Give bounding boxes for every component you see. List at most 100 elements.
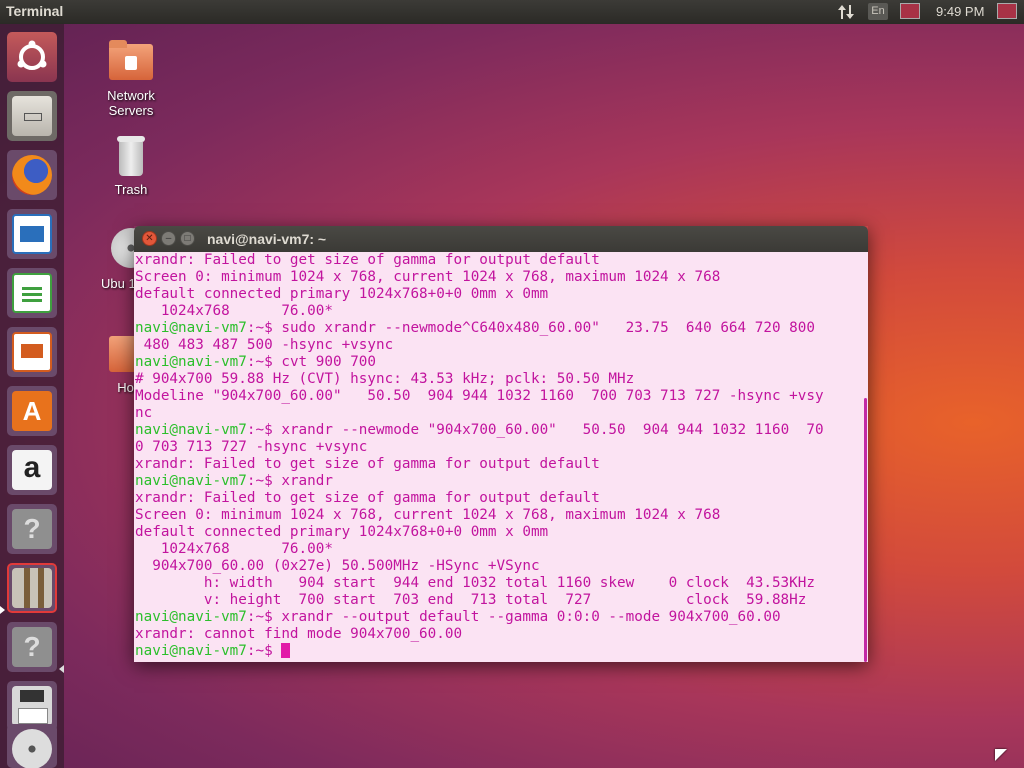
help-button[interactable]: ? (7, 504, 57, 554)
dvd-button[interactable] (7, 724, 57, 768)
terminal-line: navi@navi-vm7:~$ sudo xrandr --newmode^C… (135, 320, 824, 337)
shell-prompt: navi@navi-vm7 (135, 609, 247, 625)
output-text: xrandr: Failed to get size of gamma for … (135, 456, 600, 472)
firefox-icon (12, 155, 52, 195)
terminal-line: xrandr: Failed to get size of gamma for … (135, 252, 824, 269)
clock[interactable]: 9:49 PM (936, 4, 984, 19)
output-text: Screen 0: minimum 1024 x 768, current 10… (135, 269, 721, 285)
help-button-2[interactable]: ? (7, 622, 57, 672)
system-settings-button[interactable] (7, 563, 57, 613)
save-disk-icon (12, 686, 52, 726)
shell-prompt: navi@navi-vm7 (135, 354, 247, 370)
launcher: A a ? ? (0, 24, 64, 768)
command-text: xrandr (281, 473, 333, 489)
minimize-button[interactable]: – (161, 231, 176, 246)
prompt-suffix: :~$ (246, 422, 282, 438)
prompt-suffix: :~$ (246, 354, 282, 370)
command-text: cvt 900 700 (281, 354, 377, 370)
shell-prompt: navi@navi-vm7 (135, 473, 247, 489)
calc-button[interactable] (7, 268, 57, 318)
terminal-scrollbar[interactable] (864, 398, 867, 662)
terminal-line: navi@navi-vm7:~$ (135, 643, 824, 660)
dvd-icon (12, 729, 52, 768)
terminal-line: default connected primary 1024x768+0+0 0… (135, 524, 824, 541)
terminal-line: navi@navi-vm7:~$ cvt 900 700 (135, 354, 824, 371)
output-text: 1024x768 76.00* (135, 303, 333, 319)
network-folder-icon (107, 38, 155, 86)
app-title: Terminal (6, 3, 64, 19)
desktop-icon-label: Network Servers (107, 88, 155, 118)
prompt-suffix: :~$ (246, 320, 282, 336)
files-icon (12, 96, 52, 136)
desktop-icon-label: Trash (114, 182, 148, 197)
terminal-line: navi@navi-vm7:~$ xrandr (135, 473, 824, 490)
terminal-line: h: width 904 start 944 end 1032 total 11… (135, 575, 824, 592)
terminal-line: 0 703 713 727 -hsync +vsync (135, 439, 824, 456)
terminal-line: 1024x768 76.00* (135, 303, 824, 320)
shell-prompt: navi@navi-vm7 (135, 320, 247, 336)
network-updown-icon[interactable] (836, 2, 856, 22)
terminal-line: 1024x768 76.00* (135, 541, 824, 558)
terminal-line: Screen 0: minimum 1024 x 768, current 10… (135, 507, 824, 524)
writer-button[interactable] (7, 209, 57, 259)
output-text: Modeline "904x700_60.00" 50.50 904 944 1… (135, 388, 824, 404)
writer-icon (12, 214, 52, 254)
mouse-pointer (995, 749, 1007, 761)
close-button[interactable]: ✕ (142, 231, 157, 246)
command-text: xrandr --newmode "904x700_60.00" 50.50 9… (281, 422, 824, 438)
help-icon: ? (12, 509, 52, 549)
top-panel: Terminal En 9:49 PM (0, 0, 1024, 24)
command-text: sudo xrandr --newmode^C640x480_60.00" 23… (281, 320, 816, 336)
maximize-button[interactable]: □ (180, 231, 195, 246)
output-text: xrandr: Failed to get size of gamma for … (135, 490, 600, 506)
impress-icon (12, 332, 52, 372)
power-session-icon[interactable] (997, 3, 1017, 19)
output-text: xrandr: Failed to get size of gamma for … (135, 252, 600, 268)
command-text: xrandr --output default --gamma 0:0:0 --… (281, 609, 781, 625)
keyboard-layout-indicator[interactable]: En (868, 3, 888, 20)
amazon-button[interactable]: a (7, 445, 57, 495)
terminal-line: Modeline "904x700_60.00" 50.50 904 944 1… (135, 388, 824, 405)
prompt-suffix: :~$ (246, 609, 282, 625)
terminal-titlebar[interactable]: ✕ – □ navi@navi-vm7: ~ (134, 226, 868, 252)
terminal-line: xrandr: cannot find mode 904x700_60.00 (135, 626, 824, 643)
calc-icon (12, 273, 52, 313)
terminal-line: Screen 0: minimum 1024 x 768, current 10… (135, 269, 824, 286)
terminal-line: v: height 700 start 703 end 713 total 72… (135, 592, 824, 609)
terminal-title: navi@navi-vm7: ~ (207, 231, 327, 247)
terminal-line: navi@navi-vm7:~$ xrandr --newmode "904x7… (135, 422, 824, 439)
ubuntu-dash-button[interactable] (7, 32, 57, 82)
output-text: 904x700_60.00 (0x27e) 50.500MHz -HSync +… (135, 558, 540, 574)
terminal-window[interactable]: ✕ – □ navi@navi-vm7: ~ xrandr: Failed to… (134, 226, 868, 662)
desktop-icon-network-servers[interactable]: Network Servers (91, 38, 171, 118)
output-text: Screen 0: minimum 1024 x 768, current 10… (135, 507, 721, 523)
running-indicator (59, 665, 64, 673)
terminal-line: default connected primary 1024x768+0+0 0… (135, 286, 824, 303)
shell-prompt: navi@navi-vm7 (135, 422, 247, 438)
terminal-line: # 904x700 59.88 Hz (CVT) hsync: 43.53 kH… (135, 371, 824, 388)
prompt-suffix: :~$ (246, 473, 282, 489)
output-text: xrandr: cannot find mode 904x700_60.00 (135, 626, 463, 642)
terminal-output[interactable]: xrandr: Failed to get size of gamma for … (134, 252, 868, 662)
software-center-button[interactable]: A (7, 386, 57, 436)
terminal-lines: xrandr: Failed to get size of gamma for … (135, 252, 824, 660)
sound-icon[interactable] (900, 3, 920, 19)
output-text: 480 483 487 500 -hsync +vsync (135, 337, 394, 353)
running-indicator (0, 606, 5, 614)
output-text: nc (135, 405, 153, 421)
output-text: v: height 700 start 703 end 713 total 72… (135, 592, 807, 608)
desktop-icon-trash[interactable]: Trash (91, 132, 171, 197)
terminal-line: navi@navi-vm7:~$ xrandr --output default… (135, 609, 824, 626)
terminal-line: xrandr: Failed to get size of gamma for … (135, 456, 824, 473)
output-text: default connected primary 1024x768+0+0 0… (135, 286, 549, 302)
terminal-line: xrandr: Failed to get size of gamma for … (135, 490, 824, 507)
terminal-line: nc (135, 405, 824, 422)
terminal-line: 480 483 487 500 -hsync +vsync (135, 337, 824, 354)
shell-prompt: navi@navi-vm7 (135, 643, 247, 659)
trash-icon (107, 132, 155, 180)
firefox-button[interactable] (7, 150, 57, 200)
ubuntu-dash-icon (17, 40, 47, 70)
impress-button[interactable] (7, 327, 57, 377)
files-button[interactable] (7, 91, 57, 141)
help-icon: ? (12, 627, 52, 667)
